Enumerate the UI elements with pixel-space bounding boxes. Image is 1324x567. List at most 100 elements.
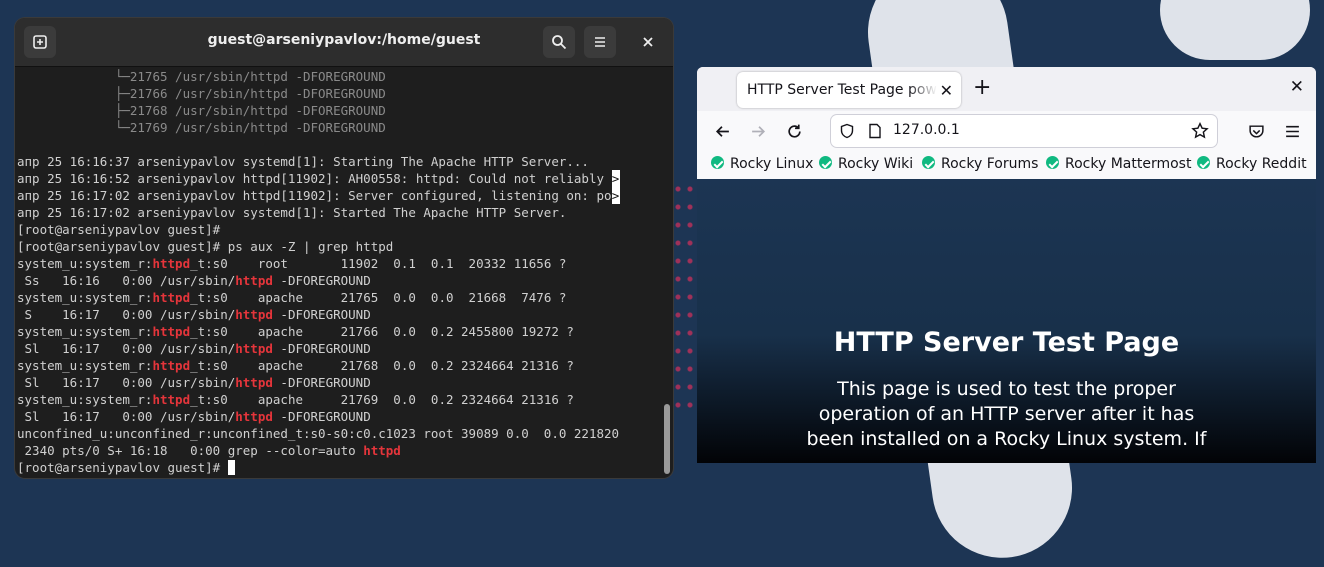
bookmark-item[interactable]: Rocky Wiki <box>819 156 913 172</box>
line-truncated-marker: > <box>611 187 620 204</box>
terminal-line: [root@arseniypavlov guest]# <box>17 459 659 476</box>
terminal-text: апр 25 16:17:02 arseniypavlov httpd[1190… <box>17 188 612 203</box>
desktop-wallpaper-band <box>1160 0 1310 60</box>
app-menu-button[interactable] <box>1281 120 1303 142</box>
address-bar[interactable]: 127.0.0.1 <box>831 115 1217 147</box>
heading-part-bold: Test Page <box>1032 327 1180 358</box>
web-page-content: HTTP Server Test Page This page is used … <box>697 179 1316 463</box>
terminal-text: ├─21768 /usr/sbin/httpd -DFOREGROUND <box>17 103 386 118</box>
page-info-icon <box>869 123 881 139</box>
bookmark-item[interactable]: Rocky Mattermost <box>1046 156 1191 172</box>
terminal-text: [root@arseniypavlov guest]# ps aux -Z | … <box>17 239 394 254</box>
bookmark-star-icon[interactable] <box>1191 122 1209 140</box>
window-close-icon[interactable]: ✕ <box>1290 77 1304 97</box>
tab-strip: HTTP Server Test Page powered by: Rocky … <box>697 67 1316 111</box>
close-window-button[interactable] <box>632 26 664 58</box>
terminal-text: httpd <box>235 273 273 288</box>
terminal-cursor <box>227 460 235 475</box>
terminal-text: _t:s0 apache 21766 0.0 0.2 2455800 19272… <box>190 324 574 339</box>
terminal-text: Sl 16:17 0:00 /usr/sbin/ <box>17 375 236 390</box>
terminal-line: system_u:system_r:httpd_t:s0 root 11902 … <box>17 255 659 272</box>
terminal-scrollbar[interactable] <box>662 68 670 474</box>
terminal-line: system_u:system_r:httpd_t:s0 apache 2176… <box>17 289 659 306</box>
close-icon <box>643 37 653 47</box>
bookmarks-toolbar: Rocky Linux Rocky Wiki Rocky Forums Rock… <box>697 151 1316 180</box>
back-button[interactable] <box>711 120 733 142</box>
pocket-button[interactable] <box>1245 120 1267 142</box>
terminal-text: httpd <box>152 256 191 271</box>
terminal-text: └─21765 /usr/sbin/httpd -DFOREGROUND <box>17 69 386 84</box>
terminal-output[interactable]: └─21765 /usr/sbin/httpd -DFOREGROUND ├─2… <box>17 68 659 478</box>
terminal-text: -DFOREGROUND <box>272 341 371 356</box>
terminal-text: Sl 16:17 0:00 /usr/sbin/ <box>17 409 236 424</box>
rocky-logo-icon <box>1046 156 1059 169</box>
terminal-text: -DFOREGROUND <box>272 307 371 322</box>
heading-part: HTTP Server <box>833 327 1033 358</box>
hamburger-menu-icon <box>1285 125 1299 137</box>
reload-button[interactable] <box>783 120 805 142</box>
terminal-line: [root@arseniypavlov guest]# ps aux -Z | … <box>17 238 659 255</box>
rocky-logo-icon <box>922 156 935 169</box>
terminal-text: апр 25 16:17:02 arseniypavlov systemd[1]… <box>17 205 567 220</box>
terminal-text: httpd <box>235 341 273 356</box>
terminal-text: -DFOREGROUND <box>272 375 371 390</box>
back-arrow-icon <box>715 125 729 137</box>
desktop-wallpaper-dots <box>672 180 700 420</box>
navigation-bar: 127.0.0.1 <box>697 111 1316 151</box>
terminal-line: апр 25 16:17:02 arseniypavlov systemd[1]… <box>17 204 659 221</box>
terminal-line: system_u:system_r:httpd_t:s0 apache 2176… <box>17 357 659 374</box>
terminal-line: апр 25 16:17:02 arseniypavlov httpd[1190… <box>17 187 659 204</box>
terminal-text: 2340 pts/0 S+ 16:18 0:00 grep --color=au… <box>17 443 364 458</box>
terminal-text: _t:s0 root 11902 0.1 0.1 20332 11656 ? <box>190 256 567 271</box>
terminal-window[interactable]: guest@arseniypavlov:/home/guest └─21765 … <box>15 18 673 478</box>
tab-active[interactable]: HTTP Server Test Page powered by: Rocky … <box>737 72 961 108</box>
terminal-text: system_u:system_r: <box>17 324 153 339</box>
terminal-text: [root@arseniypavlov guest]# <box>17 222 221 237</box>
hamburger-menu-icon <box>595 37 605 47</box>
page-paragraph: This page is used to test the proper ope… <box>806 378 1207 450</box>
terminal-text: system_u:system_r: <box>17 358 153 373</box>
terminal-text: └─21769 /usr/sbin/httpd -DFOREGROUND <box>17 120 386 135</box>
terminal-line: Sl 16:17 0:00 /usr/sbin/httpd -DFOREGROU… <box>17 374 659 391</box>
menu-button[interactable] <box>584 26 616 58</box>
terminal-line: 2340 pts/0 S+ 16:18 0:00 grep --color=au… <box>17 442 659 459</box>
tab-close-icon[interactable]: ✕ <box>940 81 953 100</box>
terminal-line: Ss 16:16 0:00 /usr/sbin/httpd -DFOREGROU… <box>17 272 659 289</box>
bookmark-item[interactable]: Rocky Reddit <box>1197 156 1307 172</box>
forward-button[interactable] <box>747 120 769 142</box>
terminal-text: [root@arseniypavlov guest]# <box>17 460 228 475</box>
pocket-icon <box>1248 124 1264 138</box>
bookmark-item[interactable]: Rocky Linux <box>711 156 813 172</box>
terminal-text: _t:s0 apache 21765 0.0 0.0 21668 7476 ? <box>190 290 567 305</box>
terminal-line: ├─21768 /usr/sbin/httpd -DFOREGROUND <box>17 102 659 119</box>
terminal-text: httpd <box>235 307 273 322</box>
page-heading: HTTP Server Test Page <box>697 327 1316 358</box>
terminal-line: system_u:system_r:httpd_t:s0 apache 2176… <box>17 323 659 340</box>
rocky-logo-icon <box>819 156 832 169</box>
terminal-text: апр 25 16:16:37 arseniypavlov systemd[1]… <box>17 154 589 169</box>
browser-window[interactable]: HTTP Server Test Page powered by: Rocky … <box>697 67 1316 463</box>
terminal-text: system_u:system_r: <box>17 392 153 407</box>
terminal-text: httpd <box>235 409 273 424</box>
new-tab-plus-icon[interactable]: + <box>973 76 991 100</box>
terminal-text: S 16:17 0:00 /usr/sbin/ <box>17 307 236 322</box>
scrollbar-thumb[interactable] <box>664 404 670 474</box>
search-button[interactable] <box>543 26 575 58</box>
bookmark-label: Rocky Wiki <box>838 156 914 172</box>
forward-arrow-icon <box>751 125 765 137</box>
rocky-logo-icon <box>711 156 724 169</box>
terminal-text: Sl 16:17 0:00 /usr/sbin/ <box>17 341 236 356</box>
terminal-text: httpd <box>152 358 191 373</box>
bookmark-label: Rocky Linux <box>730 156 814 172</box>
terminal-line: └─21765 /usr/sbin/httpd -DFOREGROUND <box>17 68 659 85</box>
terminal-titlebar[interactable]: guest@arseniypavlov:/home/guest <box>15 18 673 67</box>
terminal-text: -DFOREGROUND <box>272 409 371 424</box>
reload-icon <box>787 124 801 138</box>
terminal-line: апр 25 16:16:52 arseniypavlov httpd[1190… <box>17 170 659 187</box>
bookmark-item[interactable]: Rocky Forums <box>922 156 1038 172</box>
terminal-text: system_u:system_r: <box>17 256 153 271</box>
terminal-text: Ss 16:16 0:00 /usr/sbin/ <box>17 273 236 288</box>
terminal-text: ├─21766 /usr/sbin/httpd -DFOREGROUND <box>17 86 386 101</box>
bookmark-label: Rocky Mattermost <box>1065 156 1192 172</box>
